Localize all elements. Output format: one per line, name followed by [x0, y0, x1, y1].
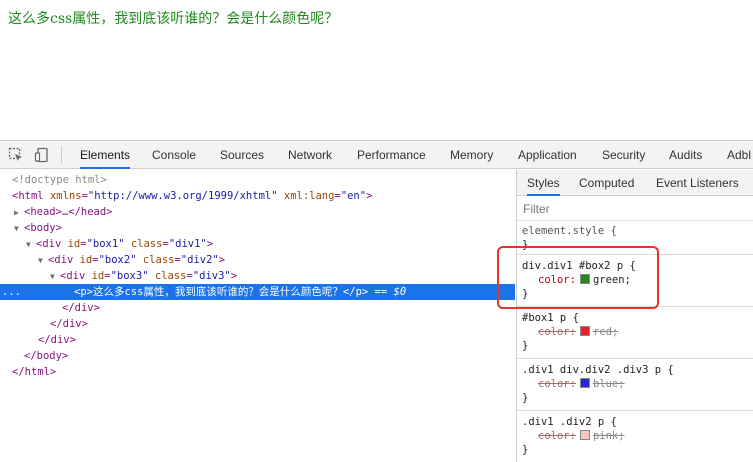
- tab-memory[interactable]: Memory: [450, 141, 493, 169]
- close-div-tag: </div>: [38, 334, 76, 346]
- style-rule-element-style: element.style { }: [517, 224, 753, 255]
- tab-application[interactable]: Application: [518, 141, 577, 169]
- color-swatch-icon[interactable]: [579, 326, 590, 336]
- style-rule-overridden: .div1 div.div2 .div3 p { color: blue; }: [517, 363, 753, 411]
- close-html-tag: </html>: [12, 366, 57, 378]
- tab-styles[interactable]: Styles: [527, 170, 560, 196]
- head-collapsed: <head>…</head>: [24, 206, 113, 218]
- elements-tree: <!doctype html> <html xmlns="http://www.…: [0, 170, 515, 462]
- close-div-tag: </div>: [50, 318, 88, 330]
- css-property[interactable]: color: red;: [522, 325, 753, 339]
- styles-filter-input[interactable]: [523, 201, 743, 217]
- tab-event-listeners[interactable]: Event Listeners: [656, 170, 739, 196]
- tab-network[interactable]: Network: [288, 141, 332, 169]
- style-rule-overridden: #box1 p { color: red; }: [517, 311, 753, 359]
- div2-id: "box2": [98, 254, 137, 266]
- inspect-element-icon[interactable]: [8, 147, 24, 163]
- devtools-toolbar: Elements Console Sources Network Perform…: [0, 141, 753, 169]
- collapse-triangle-icon[interactable]: ▼: [50, 269, 60, 285]
- color-swatch-icon[interactable]: [579, 430, 590, 440]
- div3-class: "div3": [192, 270, 231, 282]
- div1-class: "div1": [168, 238, 207, 250]
- tab-audits[interactable]: Audits: [669, 141, 702, 169]
- attr-value: "http://www.w3.org/1999/xhtml": [87, 190, 278, 202]
- collapse-triangle-icon[interactable]: ▼: [26, 237, 36, 253]
- tab-adblock[interactable]: Adbl: [727, 141, 751, 169]
- expand-triangle-icon[interactable]: ▶: [14, 205, 24, 221]
- div3-id: "box3": [110, 270, 149, 282]
- collapse-triangle-icon[interactable]: ▼: [38, 253, 48, 269]
- device-toggle-icon[interactable]: [34, 147, 50, 163]
- p-element-text: <p>这么多css属性，我到底该听谁的？会是什么颜色呢？</p>: [74, 286, 369, 298]
- dom-div1-close[interactable]: </div>: [0, 332, 515, 348]
- html-tag-name: html: [18, 190, 44, 202]
- collapse-triangle-icon[interactable]: ▼: [14, 221, 24, 237]
- rule-selector[interactable]: .div1 .div2 p {: [522, 415, 753, 429]
- style-rule-overridden: .div1 .div2 p { color: pink; }: [517, 415, 753, 462]
- tab-elements[interactable]: Elements: [80, 141, 131, 169]
- dom-body-open[interactable]: ▼ <body>: [0, 220, 515, 236]
- rule-selector[interactable]: .div1 div.div2 .div3 p {: [522, 363, 753, 377]
- styles-tabs: Styles Computed Event Listeners: [517, 170, 753, 196]
- div1-id: "box1": [86, 238, 125, 250]
- css-property[interactable]: color: green;: [522, 273, 753, 287]
- dom-doctype[interactable]: <!doctype html>: [0, 172, 515, 188]
- css-property[interactable]: color: blue;: [522, 377, 753, 391]
- tab-sources[interactable]: Sources: [220, 141, 264, 169]
- dom-div2[interactable]: ▼ <div id="box2" class="div2">: [0, 252, 515, 268]
- property-value[interactable]: red;: [593, 326, 618, 338]
- color-swatch-icon[interactable]: [579, 378, 590, 388]
- dom-html-open[interactable]: <html xmlns="http://www.w3.org/1999/xhtm…: [0, 188, 515, 204]
- rule-close-brace: }: [522, 340, 529, 352]
- property-name[interactable]: color:: [538, 430, 576, 442]
- tab-security[interactable]: Security: [602, 141, 645, 169]
- property-name[interactable]: color:: [538, 378, 576, 390]
- close-div-tag: </div>: [62, 302, 100, 314]
- styles-filter-bar: [517, 197, 753, 221]
- style-rule-winning: div.div1 #box2 p { color: green; }: [517, 259, 753, 307]
- div2-class: "div2": [180, 254, 219, 266]
- rule-close-brace: }: [522, 444, 529, 456]
- toolbar-separator: [61, 146, 62, 164]
- rule-selector[interactable]: #box1 p {: [522, 311, 753, 325]
- dom-div2-close[interactable]: </div>: [0, 316, 515, 332]
- dom-div3[interactable]: ▼ <div id="box3" class="div3">: [0, 268, 515, 284]
- rule-selector[interactable]: element.style {: [522, 224, 753, 238]
- body-open-tag: <body>: [24, 222, 62, 234]
- tab-performance[interactable]: Performance: [357, 141, 426, 169]
- color-swatch-icon[interactable]: [579, 274, 590, 284]
- tab-computed[interactable]: Computed: [579, 170, 634, 196]
- dom-p-selected[interactable]: ... <p>这么多css属性，我到底该听谁的？会是什么颜色呢？</p> == …: [0, 284, 515, 300]
- styles-sidebar: Styles Computed Event Listeners element.…: [516, 170, 753, 462]
- rule-close-brace: }: [522, 392, 529, 404]
- rule-selector[interactable]: div.div1 #box2 p {: [522, 259, 753, 273]
- devtools-panel: Elements Console Sources Network Perform…: [0, 140, 753, 462]
- attr-value: "en": [340, 190, 367, 202]
- dom-head[interactable]: ▶ <head>…</head>: [0, 204, 515, 220]
- css-property[interactable]: color: pink;: [522, 429, 753, 443]
- page-paragraph: 这么多css属性，我到底该听谁的？会是什么颜色呢？: [8, 11, 339, 27]
- attr-name: xmlns: [49, 190, 82, 202]
- property-value[interactable]: pink;: [593, 430, 625, 442]
- dom-div1[interactable]: ▼ <div id="box1" class="div1">: [0, 236, 515, 252]
- close-body-tag: </body>: [24, 350, 69, 362]
- dom-html-close[interactable]: </html>: [0, 364, 515, 380]
- property-value[interactable]: green;: [593, 274, 631, 286]
- rule-close-brace: }: [522, 239, 529, 251]
- tab-console[interactable]: Console: [152, 141, 196, 169]
- attr-name: xml:lang: [283, 190, 335, 202]
- selected-marker: == $0: [374, 286, 407, 298]
- rule-close-brace: }: [522, 288, 529, 300]
- dom-body-close[interactable]: </body>: [0, 348, 515, 364]
- property-value[interactable]: blue;: [593, 378, 625, 390]
- doctype-text: <!doctype html>: [12, 174, 107, 186]
- property-name[interactable]: color:: [538, 274, 576, 286]
- dom-div3-close[interactable]: </div>: [0, 300, 515, 316]
- row-ellipsis[interactable]: ...: [2, 284, 21, 300]
- property-name[interactable]: color:: [538, 326, 576, 338]
